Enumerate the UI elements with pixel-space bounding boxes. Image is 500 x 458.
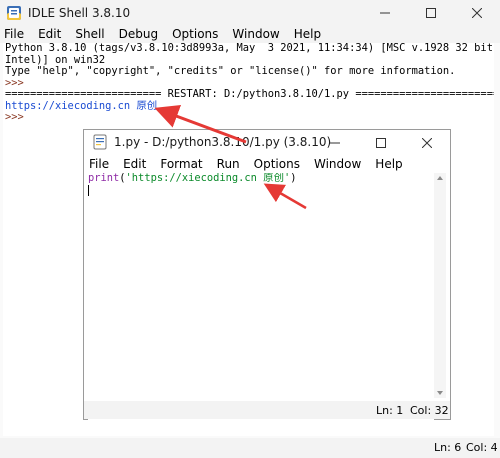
- annotation-arrow: [154, 105, 247, 144]
- annotation-arrow: [263, 183, 307, 210]
- annotation-arrows: [154, 105, 307, 210]
